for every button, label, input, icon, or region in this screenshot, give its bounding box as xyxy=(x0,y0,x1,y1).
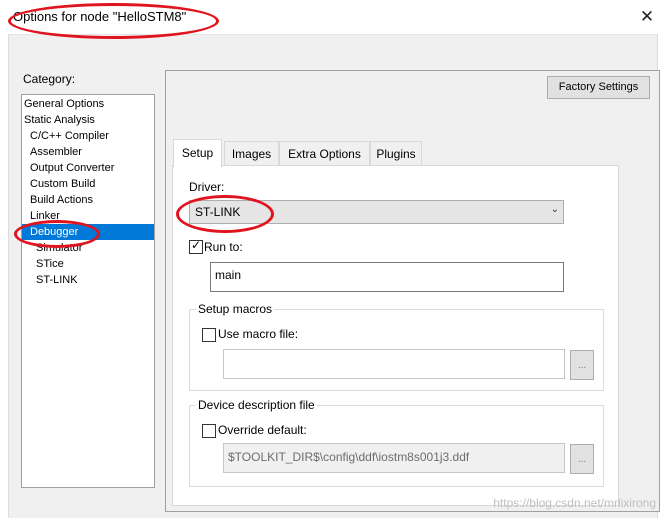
background-window-edge-left xyxy=(0,34,9,518)
category-list[interactable]: General Options Static Analysis C/C++ Co… xyxy=(21,94,155,488)
macro-browse-button[interactable]: ... xyxy=(570,350,594,380)
driver-selected-value: ST-LINK xyxy=(195,205,241,219)
category-item-build-actions[interactable]: Build Actions xyxy=(22,192,160,208)
override-default-label: Override default: xyxy=(218,423,307,437)
category-item-assembler[interactable]: Assembler xyxy=(22,144,160,160)
ddf-browse-button[interactable]: ... xyxy=(570,444,594,474)
category-item-debugger[interactable]: Debugger xyxy=(22,224,154,240)
category-item-st-link[interactable]: ST-LINK xyxy=(22,272,166,288)
close-button[interactable]: ✕ xyxy=(624,0,670,34)
category-item-general-options[interactable]: General Options xyxy=(22,96,154,112)
driver-select[interactable]: ST-LINK ⌄ xyxy=(189,200,564,224)
category-item-linker[interactable]: Linker xyxy=(22,208,160,224)
window-title: Options for node "HelloSTM8" xyxy=(13,9,187,24)
factory-settings-button[interactable]: Factory Settings xyxy=(547,76,650,99)
category-item-c-cpp-compiler[interactable]: C/C++ Compiler xyxy=(22,128,160,144)
checkmark-icon: ✓ xyxy=(191,238,202,252)
override-default-checkbox[interactable] xyxy=(202,424,216,438)
device-description-title: Device description file xyxy=(196,398,317,412)
chevron-down-icon: ⌄ xyxy=(550,204,559,215)
run-to-value: main xyxy=(215,268,242,282)
options-dialog: Options for node "HelloSTM8" ✕ Category:… xyxy=(0,0,670,518)
driver-label: Driver: xyxy=(189,180,225,194)
tab-images[interactable]: Images xyxy=(224,141,279,166)
category-item-simulator[interactable]: Simulator xyxy=(22,240,166,256)
tab-extra-options[interactable]: Extra Options xyxy=(279,141,370,166)
macro-file-input[interactable] xyxy=(223,349,565,379)
run-to-input[interactable]: main xyxy=(210,262,564,292)
watermark: https://blog.csdn.net/mrlixirong xyxy=(493,496,656,510)
ddf-file-value: $TOOLKIT_DIR$\config\ddf\iostm8s001j3.dd… xyxy=(228,450,470,464)
category-item-custom-build[interactable]: Custom Build xyxy=(22,176,160,192)
use-macro-checkbox[interactable] xyxy=(202,328,216,342)
category-item-stice[interactable]: STice xyxy=(22,256,166,272)
tab-plugins[interactable]: Plugins xyxy=(370,141,422,166)
run-to-checkbox[interactable]: ✓ xyxy=(189,238,203,254)
setup-macros-title: Setup macros xyxy=(196,302,275,316)
run-to-label: Run to: xyxy=(204,240,243,254)
category-item-output-converter[interactable]: Output Converter xyxy=(22,160,160,176)
title-bar[interactable]: Options for node "HelloSTM8" ✕ xyxy=(0,0,670,35)
use-macro-label: Use macro file: xyxy=(218,327,299,341)
tab-setup[interactable]: Setup xyxy=(173,139,222,167)
category-item-static-analysis[interactable]: Static Analysis xyxy=(22,112,154,128)
category-label: Category: xyxy=(23,72,76,86)
ddf-file-input[interactable]: $TOOLKIT_DIR$\config\ddf\iostm8s001j3.dd… xyxy=(223,443,565,473)
